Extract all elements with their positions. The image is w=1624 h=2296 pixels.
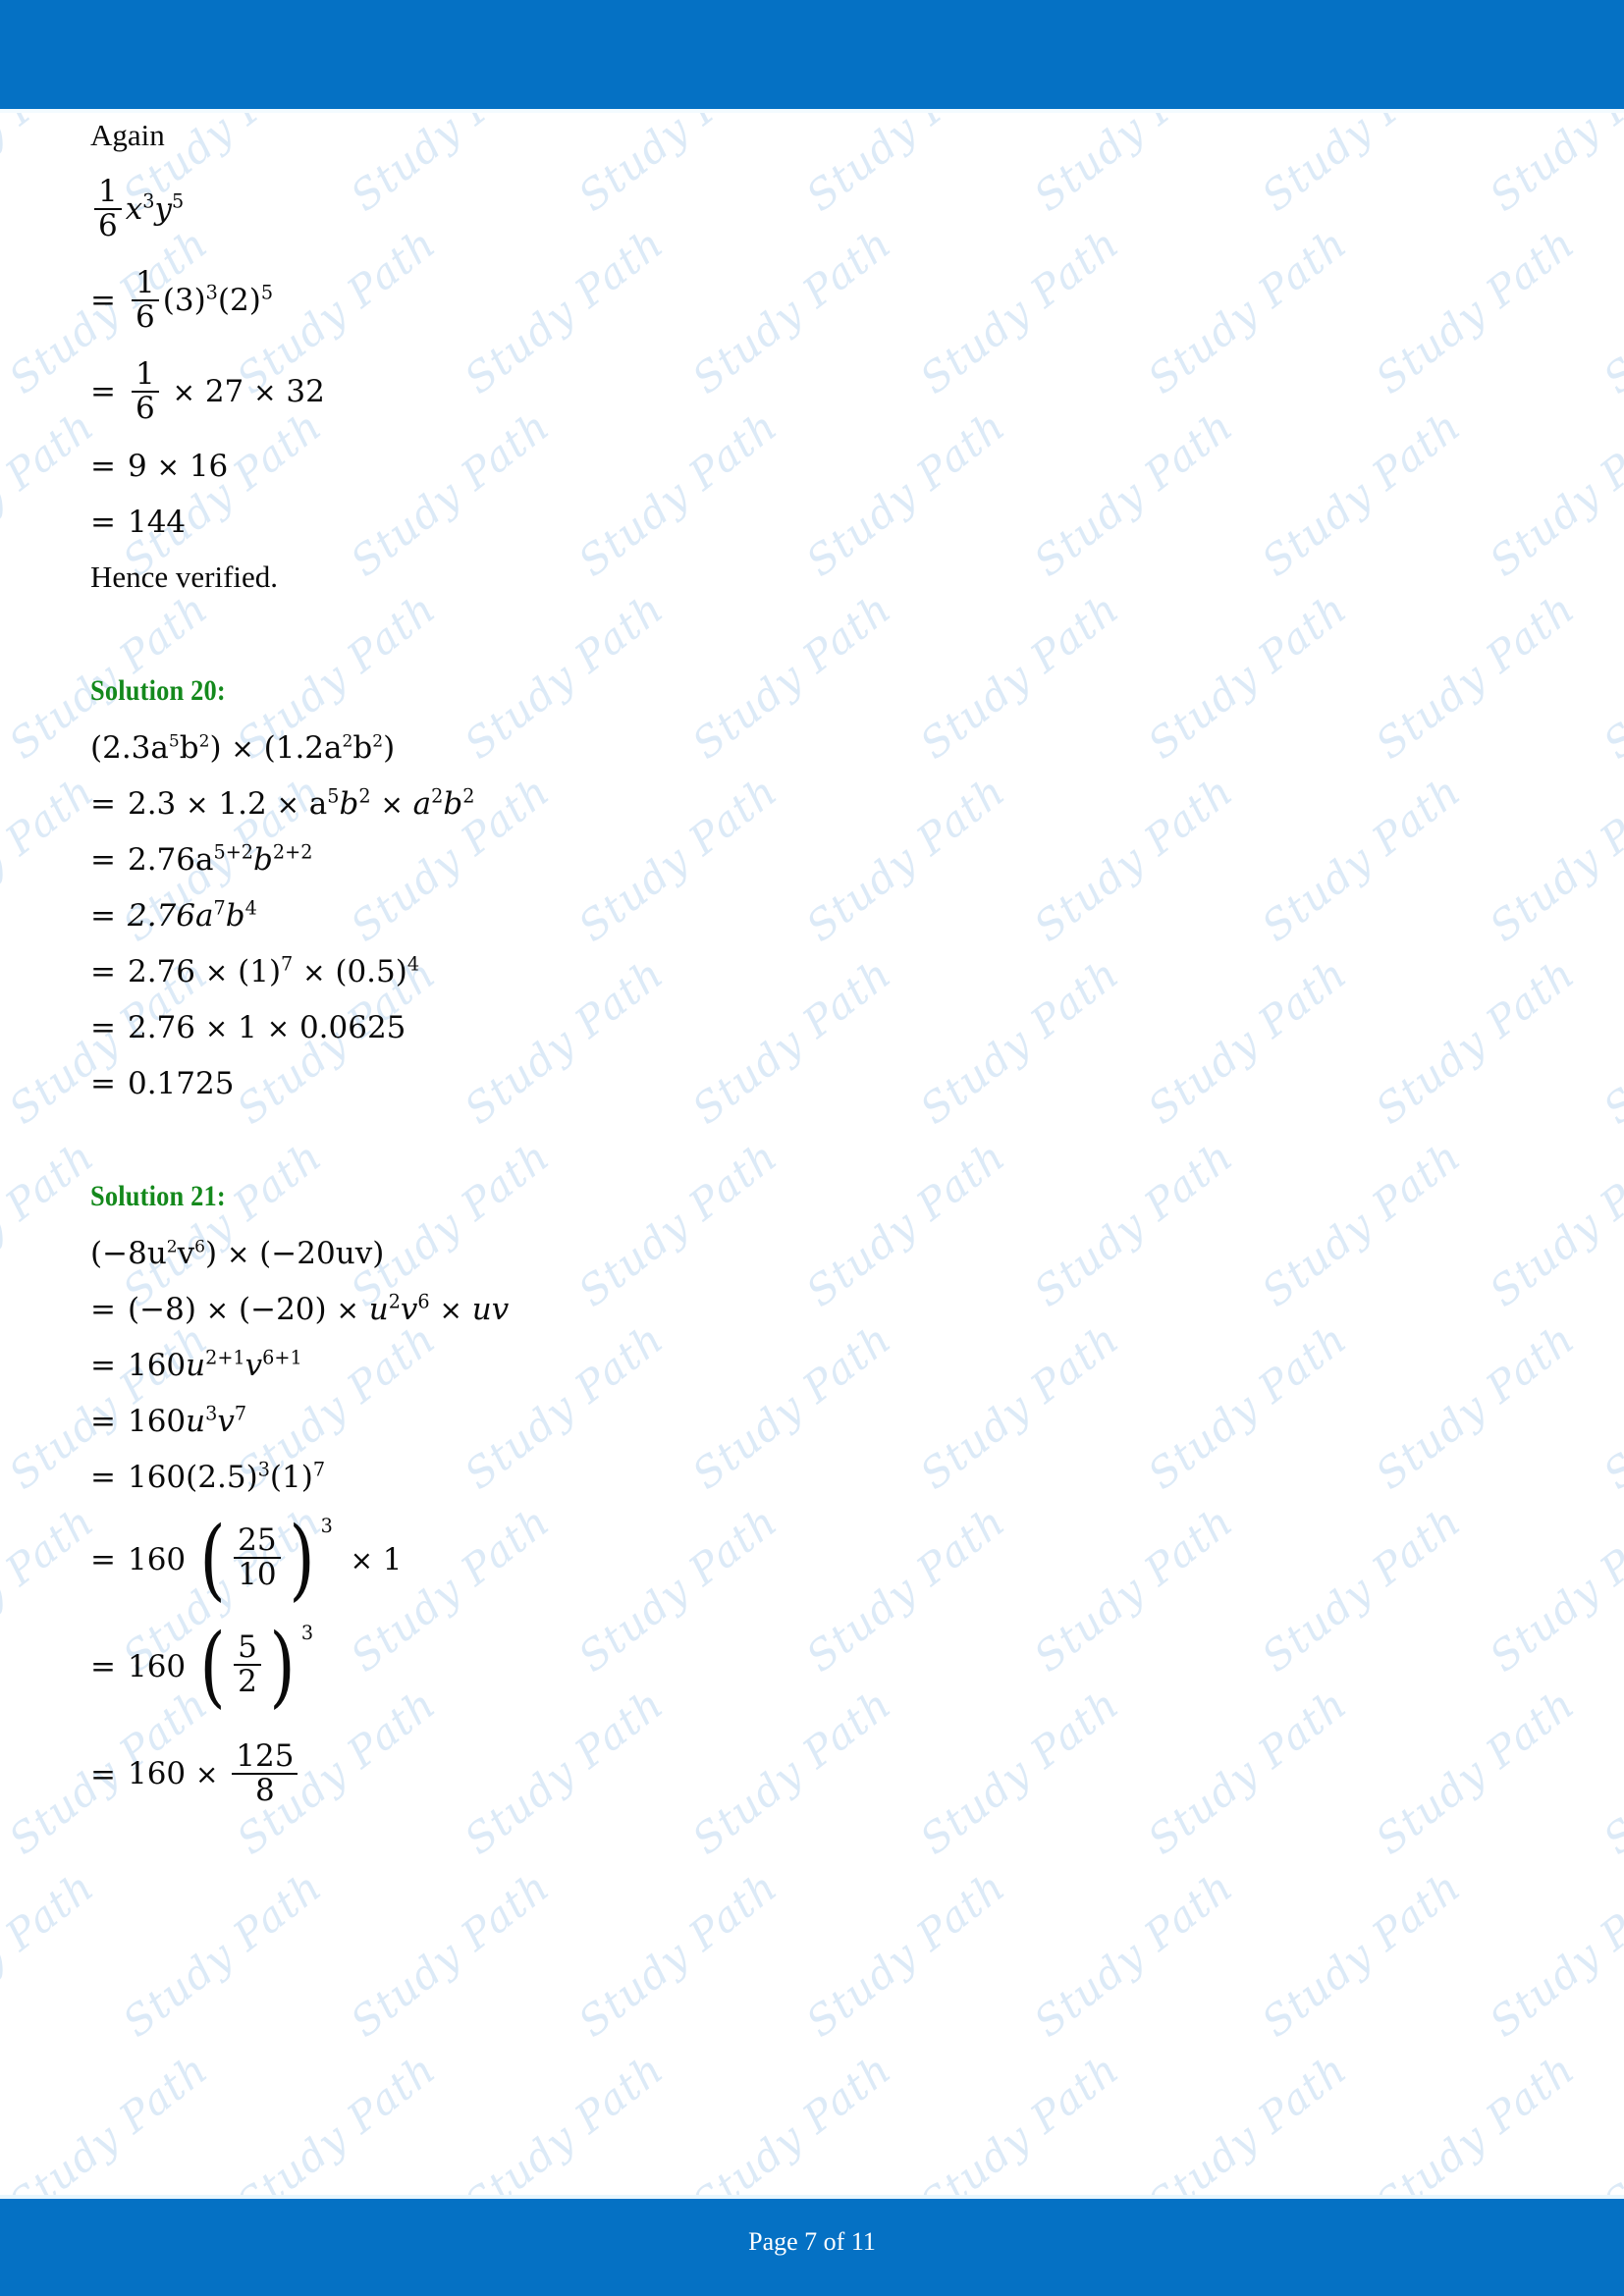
math-line-s19-step3: = 9 × 16 [90,449,229,485]
math-line-s20-step4: = 2.76 × (1)7 × (0.5)4 [90,952,420,990]
watermark-text: Study Path [0,401,103,586]
parenthesized-fraction: (25 10) 3 [199,1509,333,1612]
watermark-text: Study Path [0,1497,103,1682]
watermark-text: Study Path [1481,1862,1624,2047]
watermark-text: Study Path [0,767,103,951]
math-line-s20-step6: = 0.1725 [90,1066,235,1102]
math-line-s21-expr: (−8u2v6) × (−20uv) [90,1236,385,1272]
math-line-s20-step3: = 2.76a7b4 [90,896,257,934]
math-line-s19-expr: 1 6 x3y5 [90,172,1543,263]
math-line-s21-step5: = 160 (25 10) 3 × 1 [90,1509,403,1612]
watermark-text: Study Path [1595,949,1624,1134]
again-label: Again [90,118,165,152]
math-line-s19-step4: = 144 [90,505,187,541]
math-line-s21-step7: = 160 × 125 8 [90,1727,1543,1828]
watermark-text: Study Path [1595,584,1624,769]
document-page: Study PathStudy PathStudy PathStudy Path… [0,0,1624,2296]
watermark-text: Study Path [1595,219,1624,403]
fraction-one-sixth: 1 6 [94,176,122,241]
watermark-text: Study Path [1595,1680,1624,1864]
parenthesized-fraction: (5 2) 3 [199,1616,314,1719]
solution-21-heading: Solution 21: [90,1180,226,1213]
math-line-s21-step4: = 160(2.5)3(1)7 [90,1458,326,1496]
fraction-5-over-2: 52 [234,1631,261,1697]
math-line-s21-step3: = 160u3v7 [90,1402,247,1440]
math-line-s20-step2: = 2.76a5+2b2+2 [90,840,313,879]
math-line-s20-expr: (2.3a5b2) × (1.2a2b2) [90,730,396,767]
watermark-text: Study Path [1595,1314,1624,1499]
document-body: Again 1 6 x3y5 = 1 6 (3)3(2)5 = 1 6 × 27… [90,116,1543,1829]
page-header [0,0,1624,109]
watermark-text: Study Path [342,1862,559,2047]
watermark-text: Study Path [797,1862,1014,2047]
page-number-label: Page 7 of 11 [748,2227,876,2256]
fraction-one-sixth: 1 6 [131,358,159,424]
math-line-s21-step2: = 160u2+1v6+1 [90,1346,302,1384]
solution-20-heading: Solution 20: [90,674,226,708]
math-line-s19-step2: = 1 6 × 27 × 32 [90,356,325,426]
watermark-text: Study Path [569,1862,786,2047]
hence-verified-label: Hence verified. [90,560,279,595]
math-line-s21-step1: = (−8) × (−20) × u2v6 × uv [90,1290,510,1328]
math-line-s20-step5: = 2.76 × 1 × 0.0625 [90,1010,406,1046]
math-line-s21-step6: = 160 (5 2) 3 [90,1616,314,1719]
fraction-125-over-8: 125 8 [232,1740,298,1806]
math-line-s19-step1: = 1 6 (3)3(2)5 [90,265,274,335]
watermark-text: Study Path [1025,1862,1242,2047]
header-underline [0,109,1624,113]
watermark-text: Study Path [0,1132,103,1316]
fraction-25-over-10: 25 10 [234,1524,281,1590]
math-line-s20-step1: = 2.3 × 1.2 × a5b2 × a2b2 [90,784,475,823]
watermark-text: Study Path [1253,1862,1470,2047]
watermark-text: Study Path [0,1862,103,2047]
watermark-text: Study Path [114,1862,331,2047]
fraction-one-sixth: 1 6 [131,267,159,333]
